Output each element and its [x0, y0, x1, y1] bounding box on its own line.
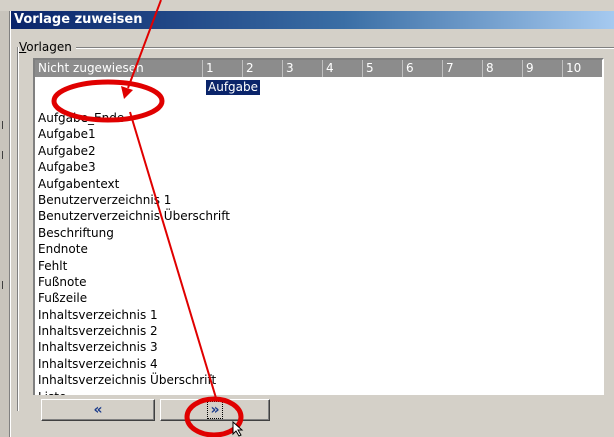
button-bar: « »: [33, 395, 604, 426]
list-item[interactable]: Endnote: [38, 241, 230, 257]
list-item[interactable]: Fußzeile: [38, 290, 230, 306]
column-header-7[interactable]: 7: [442, 60, 482, 77]
group-frame-top: [17, 47, 614, 49]
dialog-title: Vorlage zuweisen: [11, 11, 614, 29]
column-header-unassigned[interactable]: Nicht zugewiesen: [35, 60, 202, 77]
assigned-template-item[interactable]: Aufgabe: [206, 80, 261, 95]
double-chevron-left-icon: «: [93, 402, 103, 418]
column-header-9[interactable]: 9: [522, 60, 562, 77]
list-item[interactable]: Aufgabe1: [38, 126, 230, 142]
column-header-6[interactable]: 6: [402, 60, 442, 77]
template-assignment-grid[interactable]: Nicht zugewiesen 1 2 3 4 5 6 7 8 9 10 Au…: [33, 58, 604, 398]
list-item[interactable]: Benutzerverzeichnis Überschrift: [38, 208, 230, 224]
unassigned-template-list: Aufgabe_Ende Aufgabe1 Aufgabe2 Aufgabe3 …: [38, 110, 230, 396]
move-left-button[interactable]: «: [41, 399, 155, 421]
mouse-pointer-icon: [232, 421, 244, 437]
list-item[interactable]: Inhaltsverzeichnis 3: [38, 339, 230, 355]
edge-tick: [2, 121, 3, 129]
grid-header: Nicht zugewiesen 1 2 3 4 5 6 7 8 9 10: [35, 60, 602, 77]
templates-group-label-text: orlagen: [26, 40, 72, 54]
edge-tick: [2, 281, 3, 289]
list-item[interactable]: Fußnote: [38, 274, 230, 290]
list-item[interactable]: Inhaltsverzeichnis 1: [38, 307, 230, 323]
column-header-5[interactable]: 5: [362, 60, 402, 77]
list-item[interactable]: Benutzerverzeichnis 1: [38, 192, 230, 208]
column-header-2[interactable]: 2: [242, 60, 282, 77]
list-item[interactable]: Aufgabentext: [38, 176, 230, 192]
move-right-button[interactable]: »: [160, 399, 270, 421]
edge-tick: [2, 151, 3, 159]
column-header-4[interactable]: 4: [322, 60, 362, 77]
templates-group-label: Vorlagen: [19, 40, 76, 54]
column-header-1[interactable]: 1: [202, 60, 242, 77]
list-item[interactable]: Beschriftung: [38, 225, 230, 241]
list-item[interactable]: Inhaltsverzeichnis 2: [38, 323, 230, 339]
background-window-edge: [0, 11, 10, 437]
list-item[interactable]: Aufgabe2: [38, 143, 230, 159]
list-item[interactable]: Aufgabe3: [38, 159, 230, 175]
list-item[interactable]: Inhaltsverzeichnis 4: [38, 356, 230, 372]
double-chevron-right-icon: »: [207, 401, 223, 419]
group-frame-left: [17, 47, 19, 411]
list-item[interactable]: Inhaltsverzeichnis Überschrift: [38, 372, 230, 388]
list-item[interactable]: Aufgabe_Ende: [38, 110, 230, 126]
column-header-10[interactable]: 10: [562, 60, 602, 77]
list-item[interactable]: Fehlt: [38, 258, 230, 274]
column-header-8[interactable]: 8: [482, 60, 522, 77]
column-header-3[interactable]: 3: [282, 60, 322, 77]
